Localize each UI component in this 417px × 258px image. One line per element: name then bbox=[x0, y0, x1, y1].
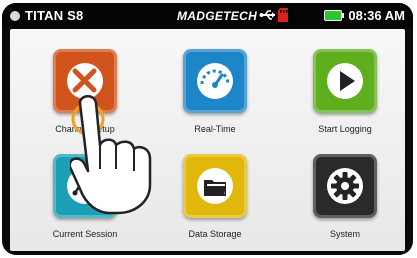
play-icon bbox=[327, 63, 363, 99]
gauge-icon bbox=[197, 63, 233, 99]
device-name-label: TITAN S8 bbox=[25, 8, 84, 23]
start-logging-button[interactable] bbox=[313, 49, 377, 113]
battery-icon bbox=[324, 10, 345, 21]
sd-card-icon bbox=[278, 8, 288, 22]
tile-label: Start Logging bbox=[318, 124, 372, 134]
device-name: TITAN S8 bbox=[10, 8, 83, 23]
system-button[interactable] bbox=[313, 154, 377, 218]
tile-label: Current Session bbox=[52, 229, 118, 239]
tile-start-logging[interactable]: Start Logging bbox=[310, 49, 380, 134]
real-time-button[interactable] bbox=[183, 49, 247, 113]
status-bar: TITAN S8 MADGETECH 08:36 AM bbox=[2, 3, 413, 29]
device-screen: TITAN S8 MADGETECH 08:36 AM Channel Setu… bbox=[2, 3, 413, 255]
folder-icon bbox=[197, 168, 233, 204]
pointing-hand-icon bbox=[70, 95, 152, 215]
tile-data-storage[interactable]: Data Storage bbox=[180, 154, 250, 239]
status-dot-icon bbox=[10, 10, 20, 21]
tile-system[interactable]: System bbox=[310, 154, 380, 239]
main-menu: Channel Setup Real-Time Start Logging Cu… bbox=[10, 29, 405, 251]
brand-logo: MADGETECH bbox=[177, 9, 258, 23]
tile-label: Data Storage bbox=[188, 229, 242, 239]
tile-real-time[interactable]: Real-Time bbox=[180, 49, 250, 134]
usb-icon bbox=[259, 10, 275, 20]
tile-label: Real-Time bbox=[194, 124, 236, 134]
gear-icon bbox=[327, 168, 363, 204]
status-right: 08:36 AM bbox=[324, 8, 405, 23]
clock: 08:36 AM bbox=[348, 8, 405, 23]
data-storage-button[interactable] bbox=[183, 154, 247, 218]
tile-label: System bbox=[329, 229, 360, 239]
